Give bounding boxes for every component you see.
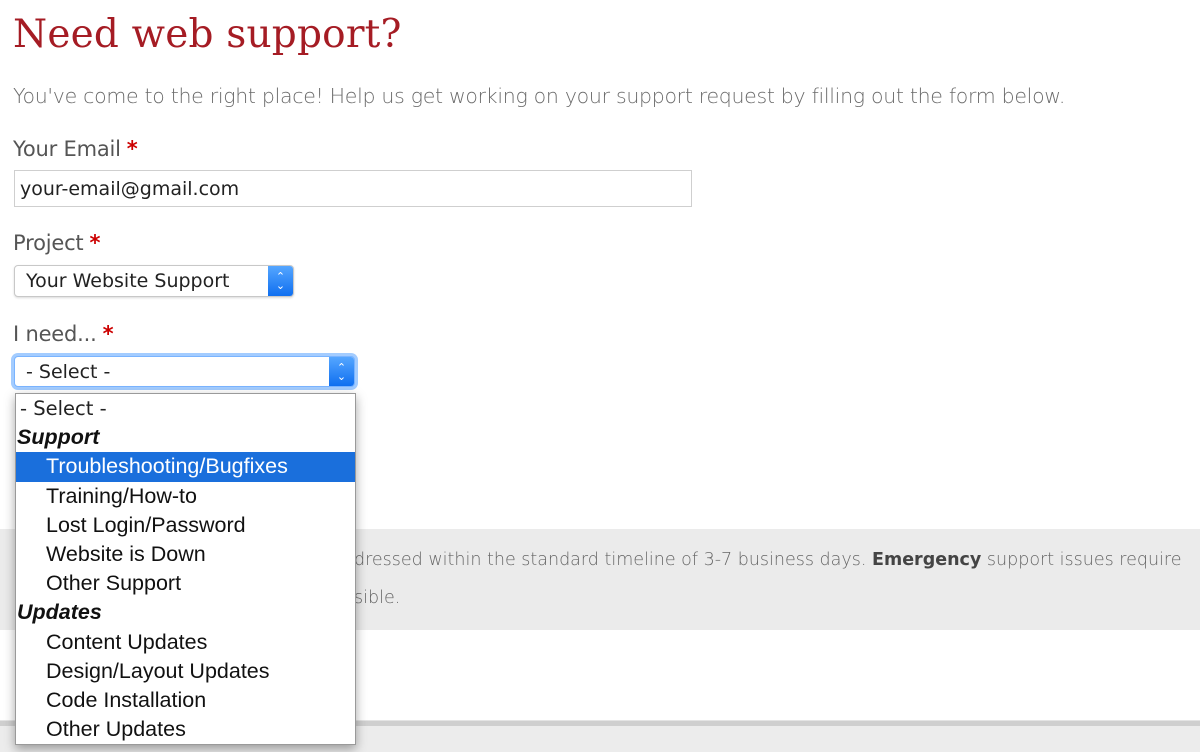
page-title: Need web support? [13,12,402,57]
need-select-value: - Select - [26,360,111,383]
project-label: Project * [13,231,100,255]
dropdown-option[interactable]: Troubleshooting/Bugfixes [16,452,355,482]
dropdown-option[interactable]: Website is Down [16,540,355,569]
dropdown-option[interactable]: Other Updates [16,715,355,744]
dropdown-option[interactable]: Lost Login/Password [16,511,355,540]
dropdown-option[interactable]: Content Updates [16,628,355,657]
required-marker: * [89,231,101,255]
email-label-text: Your Email [13,137,121,161]
option-group-label: Support [17,425,100,450]
dropdown-option[interactable]: Design/Layout Updates [16,657,355,686]
dropdown-option[interactable]: Training/How-to [16,482,355,511]
notice-emphasis: Emergency [872,550,982,570]
intro-text: You've come to the right place! Help us … [13,84,1066,108]
required-marker: * [126,137,138,161]
select-chevrons-icon: ⌃ ⌄ [329,357,354,386]
dropdown-option[interactable]: Other Support [16,569,355,598]
select-chevrons-icon: ⌃ ⌄ [268,266,293,296]
notice-line-2: sible. [354,588,401,608]
email-label: Your Email * [13,137,138,161]
project-select-value: Your Website Support [26,270,230,292]
need-dropdown-list[interactable]: - Select - Support Troubleshooting/Bugfixe… [15,393,356,745]
option-group-label: Updates [17,600,102,625]
need-select[interactable]: - Select - ⌃ ⌄ [14,356,355,387]
dropdown-option[interactable]: Code Installation [16,686,355,715]
notice-text: dressed within the standard timeline of … [354,550,872,570]
notice-text: support issues require [981,550,1182,570]
project-label-text: Project [13,231,84,255]
dropdown-option[interactable]: - Select - [16,394,355,423]
notice-line-1: dressed within the standard timeline of … [354,550,1182,570]
email-field[interactable]: your-email@gmail.com [14,170,692,207]
required-marker: * [102,322,114,346]
project-select[interactable]: Your Website Support ⌃ ⌄ [14,265,294,297]
need-label-text: I need... [13,322,97,346]
need-label: I need... * [13,322,114,346]
